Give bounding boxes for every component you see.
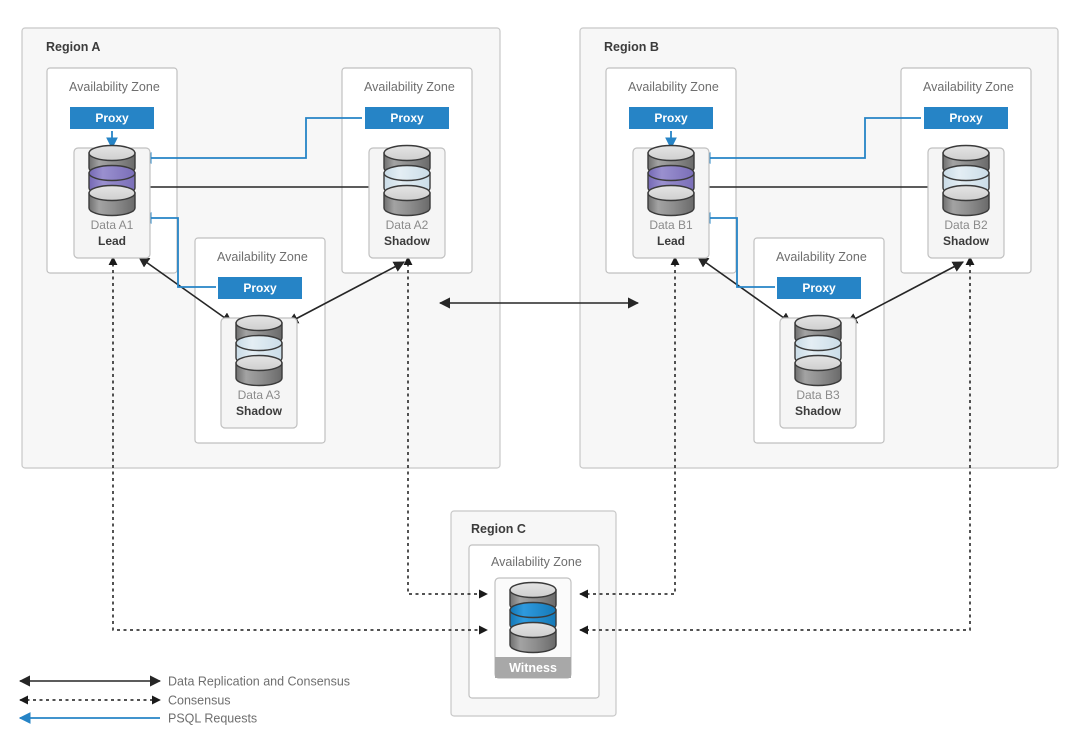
proxy-label: Proxy (243, 281, 277, 295)
node-role-label: Shadow (384, 234, 431, 248)
az-title: Availability Zone (491, 555, 582, 569)
proxy-label: Proxy (949, 111, 983, 125)
cylinder-segment-middle-cap (383, 164, 431, 182)
proxy-label: Proxy (95, 111, 129, 125)
architecture-diagram: Region A Availability Zone Availability Zo… (0, 0, 1080, 746)
proxy-az-a2[interactable]: Proxy (365, 107, 449, 129)
witness-role-label: Witness (509, 661, 557, 675)
db-node-az-c1: Witness (494, 577, 572, 679)
cylinder-segment-top-cap (647, 144, 695, 162)
az-title: Availability Zone (923, 80, 1014, 94)
az-title: Availability Zone (364, 80, 455, 94)
region-title: Region C (471, 522, 526, 536)
legend-replication-label: Data Replication and Consensus (168, 675, 350, 689)
cylinder-segment-bottom-cap (647, 184, 695, 202)
cylinder-segment-top-cap (88, 144, 136, 162)
node-name-label: Data A3 (238, 388, 281, 402)
legend-psql: PSQL Requests (18, 712, 257, 726)
database-cylinder (647, 144, 695, 217)
cylinder-segment-top-cap (509, 581, 557, 599)
node-role-label: Shadow (943, 234, 990, 248)
proxy-az-b2[interactable]: Proxy (924, 107, 1008, 129)
node-role-label: Lead (657, 234, 685, 248)
node-name-label: Data A1 (91, 218, 134, 232)
proxy-label: Proxy (390, 111, 424, 125)
node-role-label: Lead (98, 234, 126, 248)
proxy-label: Proxy (654, 111, 688, 125)
database-cylinder (942, 144, 990, 217)
db-node-az-a1: Data A1 Lead (73, 144, 151, 259)
database-cylinder (794, 314, 842, 387)
cylinder-segment-middle-cap (794, 334, 842, 352)
cylinder-segment-top-cap (383, 144, 431, 162)
proxy-az-a3[interactable]: Proxy (218, 277, 302, 299)
database-cylinder (235, 314, 283, 387)
node-name-label: Data B2 (944, 218, 988, 232)
node-name-label: Data B3 (796, 388, 840, 402)
cylinder-segment-middle-cap (235, 334, 283, 352)
cylinder-segment-bottom-cap (88, 184, 136, 202)
db-node-az-a3: Data A3 Shadow (220, 314, 298, 429)
legend-layer: Data Replication and Consensus Consensus P… (18, 675, 350, 726)
proxy-label: Proxy (802, 281, 836, 295)
db-node-az-b1: Data B1 Lead (632, 144, 710, 259)
cylinder-segment-top-cap (794, 314, 842, 332)
cylinder-segment-bottom-cap (942, 184, 990, 202)
node-role-label: Shadow (795, 404, 842, 418)
node-name-label: Data B1 (649, 218, 693, 232)
cylinder-segment-middle-cap (509, 601, 557, 619)
az-title: Availability Zone (217, 250, 308, 264)
cylinder-segment-middle-cap (647, 164, 695, 182)
cylinder-segment-bottom-cap (794, 354, 842, 372)
db-node-az-b3: Data B3 Shadow (779, 314, 857, 429)
proxy-az-b3[interactable]: Proxy (777, 277, 861, 299)
database-cylinder (88, 144, 136, 217)
legend-consensus-label: Consensus (168, 694, 231, 708)
cylinder-segment-bottom-cap (235, 354, 283, 372)
database-cylinder (383, 144, 431, 217)
az-title: Availability Zone (776, 250, 867, 264)
az-title: Availability Zone (628, 80, 719, 94)
proxy-az-a1[interactable]: Proxy (70, 107, 154, 129)
diagram-canvas: Region A Availability Zone Availability Zo… (18, 27, 1059, 726)
legend-consensus: Consensus (19, 694, 231, 708)
region-title: Region A (46, 40, 100, 54)
database-cylinder (509, 581, 557, 654)
region-title: Region B (604, 40, 659, 54)
cylinder-segment-top-cap (942, 144, 990, 162)
cylinder-segment-bottom-cap (509, 621, 557, 639)
legend-psql-label: PSQL Requests (168, 712, 257, 726)
node-name-label: Data A2 (386, 218, 429, 232)
cylinder-segment-bottom-cap (383, 184, 431, 202)
db-node-az-b2: Data B2 Shadow (927, 144, 1005, 259)
legend-replication: Data Replication and Consensus (18, 675, 350, 689)
az-title: Availability Zone (69, 80, 160, 94)
db-node-az-a2: Data A2 Shadow (368, 144, 446, 259)
cylinder-segment-middle-cap (88, 164, 136, 182)
proxy-az-b1[interactable]: Proxy (629, 107, 713, 129)
cylinder-segment-middle-cap (942, 164, 990, 182)
cylinder-segment-top-cap (235, 314, 283, 332)
node-role-label: Shadow (236, 404, 283, 418)
